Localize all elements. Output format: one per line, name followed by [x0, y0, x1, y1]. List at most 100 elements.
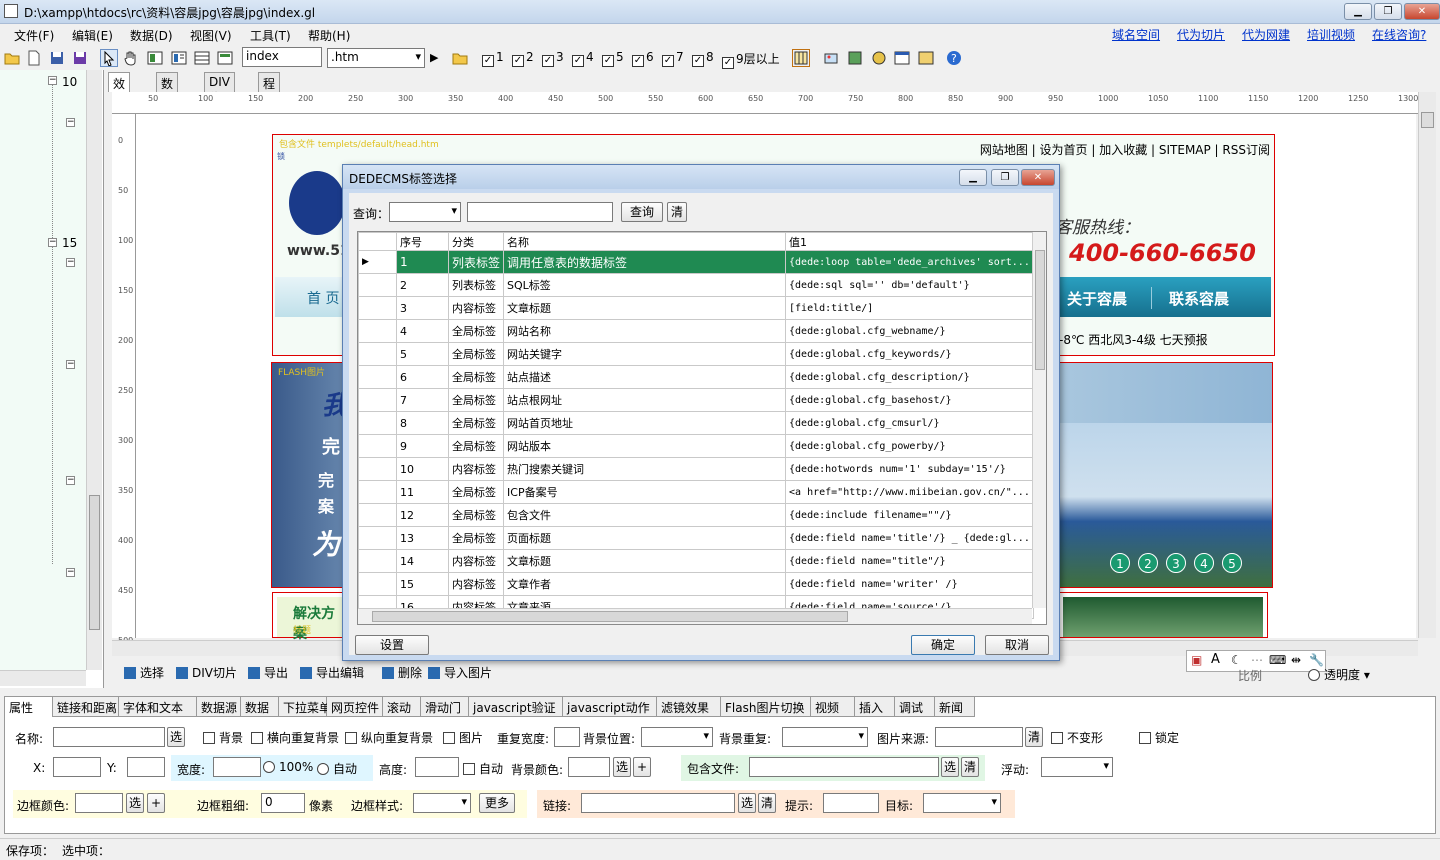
include-clear-button[interactable]: 清: [961, 757, 979, 777]
grid-horizontal-scrollbar[interactable]: [358, 608, 1032, 624]
props-tab[interactable]: 字体和文本: [119, 697, 197, 717]
target-select[interactable]: [923, 793, 1001, 813]
include-input[interactable]: [749, 757, 939, 777]
border-style-select[interactable]: [413, 793, 471, 813]
moon-icon[interactable]: ☾: [1231, 653, 1242, 667]
cancel-button[interactable]: 取消: [985, 635, 1049, 655]
split-icon[interactable]: ⇹: [1291, 653, 1301, 667]
border-color-input[interactable]: [75, 793, 123, 813]
tag-row[interactable]: 14 内容标签 文章标题 {dede:field name="title"/}: [358, 549, 1035, 573]
bg-x-checkbox[interactable]: 横向重复背景: [251, 729, 339, 746]
tag-row[interactable]: ▶ 1 列表标签 调用任意表的数据标签 {dede:loop table='dede_a…: [358, 250, 1035, 274]
height-auto-checkbox[interactable]: 自动: [463, 760, 503, 777]
link-slice[interactable]: 代为切片: [1177, 26, 1225, 43]
border-color-add-button[interactable]: +: [147, 793, 165, 813]
tab-program-code[interactable]: 程序代码: [258, 72, 281, 142]
tool-delete[interactable]: 删除: [382, 664, 422, 681]
canvas-vertical-scrollbar[interactable]: [1418, 92, 1436, 638]
dialog-close-button[interactable]: ✕: [1021, 169, 1055, 186]
props-tab[interactable]: javascript动作: [563, 697, 657, 717]
props-tab[interactable]: 下拉菜单: [279, 697, 331, 717]
name-pick-button[interactable]: 选: [167, 727, 185, 747]
repeat-width-input[interactable]: [554, 727, 580, 747]
slide-indicator[interactable]: 1: [1110, 553, 1130, 573]
format-icon-1[interactable]: ▣: [1191, 653, 1202, 667]
tag-row[interactable]: 12 全局标签 包含文件 {dede:include filename=""/}: [358, 503, 1035, 527]
props-tab[interactable]: 视频: [811, 697, 855, 717]
menu-data[interactable]: 数据(D): [130, 27, 173, 44]
bg-checkbox[interactable]: 背景: [203, 729, 243, 746]
grid-hscroll-thumb[interactable]: [372, 611, 848, 622]
image-tool-icon-2[interactable]: [846, 49, 864, 67]
tag-row[interactable]: 5 全局标签 网站关键字 {dede:global.cfg_keywords/}: [358, 342, 1035, 366]
grid-vertical-scrollbar[interactable]: [1032, 232, 1046, 608]
menu-tools[interactable]: 工具(T): [250, 27, 291, 44]
opacity-radio[interactable]: 透明度 ▾: [1308, 666, 1370, 683]
img-source-input[interactable]: [935, 727, 1023, 747]
nav-contact[interactable]: 联系容晨: [1169, 288, 1229, 309]
more-button[interactable]: 更多: [479, 793, 515, 813]
canvas-scroll-thumb[interactable]: [1421, 112, 1434, 128]
wrench-icon[interactable]: 🔧: [1309, 653, 1324, 667]
tab-database[interactable]: 数据库: [156, 72, 179, 125]
nav-home[interactable]: 首 页: [307, 288, 339, 308]
font-icon[interactable]: A: [1211, 652, 1220, 667]
border-color-pick-button[interactable]: 选: [126, 793, 144, 813]
tag-row[interactable]: 3 内容标签 文章标题 [field:title/]: [358, 296, 1035, 320]
extension-select[interactable]: .htm: [327, 48, 425, 68]
close-button[interactable]: ✕: [1404, 3, 1440, 20]
tool-import-image[interactable]: 导入图片: [428, 664, 492, 681]
y-input[interactable]: [127, 757, 165, 777]
props-tab[interactable]: 链接和距离: [53, 697, 119, 717]
props-tab[interactable]: 属性: [5, 697, 53, 717]
tag-row[interactable]: 11 全局标签 ICP备案号 <a href="http://www.miibeian…: [358, 480, 1035, 504]
tip-input[interactable]: [823, 793, 879, 813]
query-button[interactable]: 查询: [621, 202, 663, 222]
name-input[interactable]: [53, 727, 165, 747]
props-tab[interactable]: javascript验证: [469, 697, 563, 717]
tool-select[interactable]: 选择: [124, 664, 164, 681]
query-field-select[interactable]: [389, 202, 461, 222]
width-auto-radio[interactable]: 自动: [317, 760, 357, 777]
props-tab[interactable]: 数据源: [197, 697, 241, 717]
props-tab[interactable]: 滑动门: [421, 697, 469, 717]
tree-node-icon-5[interactable]: −: [66, 568, 75, 577]
layout-icon-2[interactable]: [170, 49, 188, 67]
maximize-button[interactable]: ❐: [1374, 3, 1402, 20]
link-video[interactable]: 培训视频: [1307, 26, 1355, 43]
image-tool-icon-4[interactable]: [893, 49, 911, 67]
tag-row[interactable]: 6 全局标签 站点描述 {dede:global.cfg_description/}: [358, 365, 1035, 389]
props-tab[interactable]: Flash图片切换: [721, 697, 811, 717]
tree-node-icon[interactable]: −: [66, 118, 75, 127]
level-9-checkbox[interactable]: ✓ 9层以上: [722, 50, 780, 69]
save-icon[interactable]: [48, 49, 66, 67]
slide-indicator[interactable]: 4: [1194, 553, 1214, 573]
query-clear-button[interactable]: 清: [667, 202, 687, 222]
bg-position-select[interactable]: [641, 727, 713, 747]
props-tab[interactable]: 插入: [855, 697, 895, 717]
open-folder-icon-2[interactable]: [451, 49, 469, 67]
menu-help[interactable]: 帮助(H): [308, 27, 350, 44]
level-7-checkbox[interactable]: ✓ 7: [662, 50, 684, 67]
level-8-checkbox[interactable]: ✓ 8: [692, 50, 714, 67]
nav-about[interactable]: 关于容晨: [1067, 288, 1127, 309]
link-clear-button[interactable]: 清: [758, 793, 776, 813]
tool-div-slice[interactable]: DIV切片: [176, 664, 237, 681]
grid-scroll-thumb[interactable]: [1035, 250, 1045, 370]
include-pick-button[interactable]: 选: [941, 757, 959, 777]
lock-checkbox[interactable]: 锁定: [1139, 729, 1179, 746]
pointer-tool-icon[interactable]: [100, 49, 118, 67]
props-tab[interactable]: 新闻: [935, 697, 975, 717]
keyboard-icon[interactable]: ⌨: [1269, 653, 1286, 667]
tree-vertical-scrollbar[interactable]: [86, 70, 102, 670]
image-tool-icon-5[interactable]: [917, 49, 935, 67]
bg-color-input[interactable]: [568, 757, 610, 777]
open-folder-icon[interactable]: [3, 49, 21, 67]
props-tab[interactable]: 数据: [241, 697, 279, 717]
float-select[interactable]: [1041, 757, 1113, 777]
dots-icon[interactable]: ⋯: [1251, 653, 1263, 667]
link-input[interactable]: [581, 793, 735, 813]
link-build[interactable]: 代为网建: [1242, 26, 1290, 43]
level-2-checkbox[interactable]: ✓ 2: [512, 50, 534, 67]
menu-edit[interactable]: 编辑(E): [72, 27, 113, 44]
